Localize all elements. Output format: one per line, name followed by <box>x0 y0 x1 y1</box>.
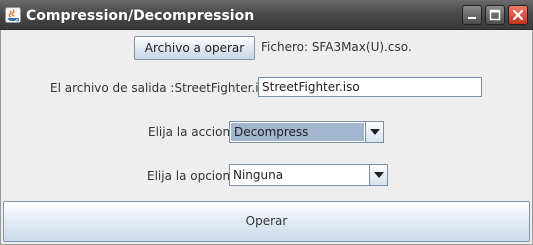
minimize-icon <box>468 17 476 19</box>
maximize-button[interactable] <box>485 5 505 25</box>
option-label: Elija la opcion <box>147 169 231 183</box>
output-filename-input[interactable] <box>258 77 482 97</box>
action-select[interactable]: Decompress <box>229 121 384 143</box>
select-file-button[interactable]: Archivo a operar <box>134 36 255 60</box>
selected-file-label: Fichero: SFA3Max(U).cso. <box>261 40 412 54</box>
option-selected-value: Ninguna <box>233 168 284 182</box>
action-label: Elija la accion <box>148 125 231 139</box>
title-bar[interactable]: Compression/Decompression <box>0 0 533 30</box>
action-selected-value: Decompress <box>231 123 364 141</box>
minimize-button[interactable] <box>462 5 482 25</box>
option-dropdown-button[interactable] <box>369 165 387 185</box>
option-select[interactable]: Ninguna <box>229 164 388 186</box>
close-button[interactable] <box>508 5 528 25</box>
operate-button[interactable]: Operar <box>3 201 530 242</box>
window-title: Compression/Decompression <box>26 8 255 24</box>
close-icon <box>512 9 524 21</box>
output-file-label: El archivo de salida :StreetFighter.iso <box>50 81 273 95</box>
action-dropdown-button[interactable] <box>365 122 383 142</box>
maximize-icon <box>489 9 501 21</box>
chevron-down-icon <box>369 129 380 135</box>
java-icon <box>5 7 21 23</box>
chevron-down-icon <box>373 172 384 178</box>
